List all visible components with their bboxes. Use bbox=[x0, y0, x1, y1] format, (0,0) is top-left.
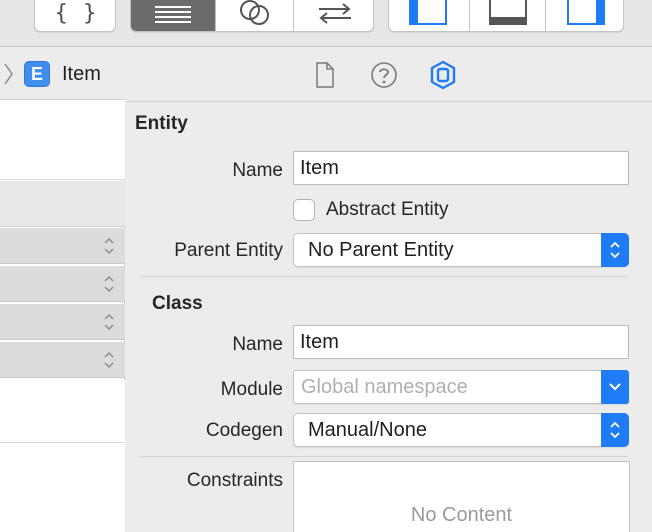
module-combo-box[interactable]: Global namespace bbox=[293, 370, 629, 404]
attributes-area bbox=[0, 100, 125, 180]
entity-editor-panel: E Item bbox=[0, 48, 125, 532]
abstract-entity-checkbox[interactable] bbox=[293, 199, 315, 221]
entity-name-label: Item bbox=[62, 63, 101, 85]
constraints-label: Constraints bbox=[186, 470, 283, 491]
right-sidebar-icon bbox=[566, 0, 605, 25]
help-icon bbox=[371, 62, 397, 88]
up-down-chevron-icon[interactable] bbox=[103, 350, 115, 370]
codegen-popup[interactable]: Manual/None bbox=[293, 413, 629, 447]
up-down-chevron-icon bbox=[610, 241, 620, 259]
empty-state-text: No Content bbox=[410, 504, 513, 526]
data-model-inspector-tab[interactable] bbox=[428, 60, 458, 90]
chevron-right-icon bbox=[4, 63, 13, 85]
arrows-left-right-icon bbox=[318, 3, 351, 24]
section-divider bbox=[140, 276, 628, 277]
class-name-label: Name bbox=[232, 334, 283, 355]
help-inspector-tab[interactable] bbox=[369, 60, 399, 90]
toggle-debug-area-button[interactable] bbox=[469, 0, 545, 31]
bottom-panel-icon bbox=[488, 0, 527, 25]
module-placeholder: Global namespace bbox=[301, 376, 468, 398]
popup-stepper[interactable] bbox=[601, 413, 629, 447]
data-model-inspector: Entity Name Item Abstract Entity Parent … bbox=[126, 48, 652, 532]
popup-stepper[interactable] bbox=[601, 233, 629, 267]
parent-entity-label: Parent Entity bbox=[174, 240, 283, 261]
data-model-inspector-icon bbox=[430, 60, 456, 90]
divider bbox=[0, 442, 125, 443]
inspector-tab-bar bbox=[126, 48, 652, 102]
left-sidebar-icon bbox=[409, 0, 447, 25]
panel-toggle-control bbox=[388, 0, 624, 32]
editor-style-control bbox=[130, 0, 374, 32]
attribute-row[interactable] bbox=[0, 342, 125, 378]
attribute-row[interactable] bbox=[0, 228, 125, 264]
up-down-chevron-icon[interactable] bbox=[103, 312, 115, 332]
entity-name-field[interactable]: Item bbox=[293, 151, 629, 185]
up-down-chevron-icon bbox=[610, 421, 620, 439]
document-icon bbox=[316, 62, 334, 88]
graph-style-segment[interactable] bbox=[215, 0, 293, 31]
constraints-list[interactable]: No Content bbox=[293, 461, 630, 532]
entity-section-title: Entity bbox=[135, 113, 188, 134]
entity-breadcrumb[interactable]: E Item bbox=[0, 48, 125, 100]
attribute-row[interactable] bbox=[0, 266, 125, 302]
code-editor-button[interactable]: { } bbox=[34, 0, 116, 32]
entity-name-label: Name bbox=[232, 160, 283, 181]
curly-braces-icon: { } bbox=[54, 0, 98, 26]
toolbar: { } bbox=[0, 0, 652, 47]
class-name-field[interactable]: Item bbox=[293, 325, 629, 359]
parent-entity-popup[interactable]: No Parent Entity bbox=[293, 233, 629, 267]
chevron-down-icon bbox=[609, 383, 621, 391]
up-down-chevron-icon[interactable] bbox=[103, 274, 115, 294]
codegen-label: Codegen bbox=[205, 420, 283, 441]
section-divider bbox=[140, 456, 628, 457]
codegen-value: Manual/None bbox=[308, 419, 427, 441]
table-style-segment[interactable] bbox=[131, 0, 215, 31]
list-lines-icon bbox=[155, 6, 191, 23]
module-label: Module bbox=[220, 379, 283, 400]
parent-entity-value: No Parent Entity bbox=[308, 239, 454, 261]
toggle-navigator-button[interactable] bbox=[389, 0, 469, 31]
column-header-band bbox=[0, 181, 125, 227]
up-down-chevron-icon[interactable] bbox=[103, 236, 115, 256]
class-section-title: Class bbox=[152, 293, 203, 314]
relationships-area bbox=[0, 380, 125, 532]
toggle-inspector-button[interactable] bbox=[545, 0, 623, 31]
compare-segment[interactable] bbox=[293, 0, 373, 31]
file-inspector-tab[interactable] bbox=[310, 60, 340, 90]
attribute-row[interactable] bbox=[0, 304, 125, 340]
entity-icon: E bbox=[24, 61, 50, 87]
abstract-entity-label[interactable]: Abstract Entity bbox=[326, 199, 449, 221]
module-dropdown-button[interactable] bbox=[601, 370, 629, 404]
overlapping-circles-icon bbox=[239, 0, 269, 25]
